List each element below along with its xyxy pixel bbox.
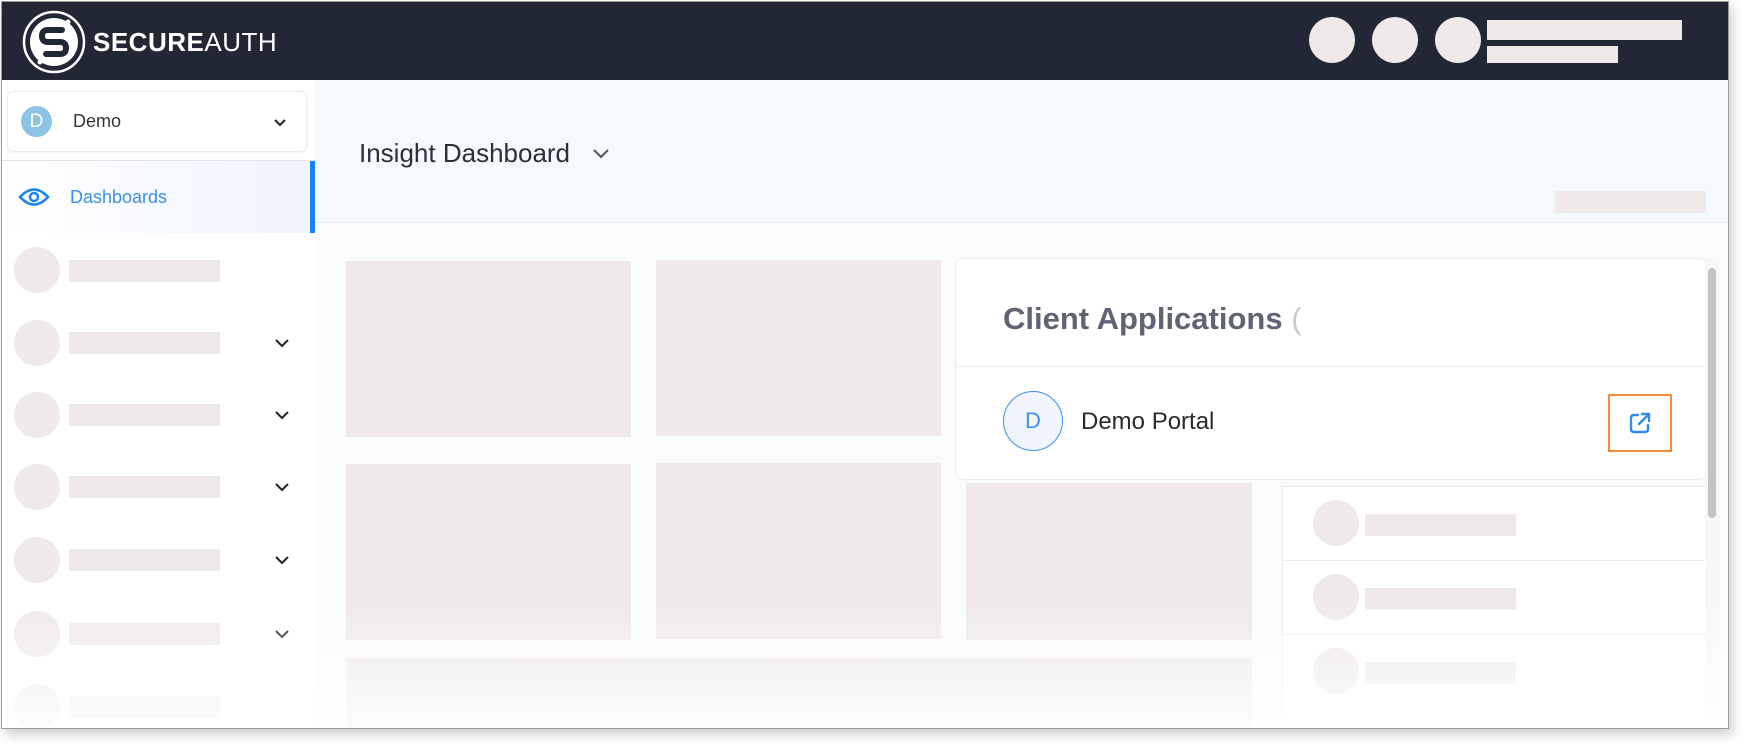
label-placeholder bbox=[69, 332, 220, 354]
sidebar-item-placeholder[interactable] bbox=[2, 392, 315, 452]
app-window: SECUREAUTH D Demo Dashboards Insight Das… bbox=[1, 1, 1729, 729]
topbar-icon-placeholder[interactable] bbox=[1372, 17, 1418, 63]
sidebar-item-placeholder[interactable] bbox=[2, 464, 315, 524]
client-applications-card: Client Applications ( D Demo Portal bbox=[955, 258, 1707, 480]
icon-placeholder bbox=[14, 611, 60, 657]
widget-placeholder bbox=[656, 260, 941, 436]
chevron-down-icon bbox=[593, 148, 609, 158]
sidebar-item-placeholder[interactable] bbox=[2, 247, 315, 307]
label-placeholder bbox=[69, 623, 220, 645]
sidebar: D Demo Dashboards bbox=[2, 80, 316, 728]
label-placeholder bbox=[69, 404, 220, 426]
label-placeholder bbox=[69, 696, 220, 718]
avatar-placeholder bbox=[1313, 500, 1359, 546]
app-name: Demo Portal bbox=[1081, 408, 1215, 435]
dashboard-content: Client Applications ( D Demo Portal bbox=[315, 223, 1728, 728]
widget-placeholder bbox=[346, 261, 631, 437]
sidebar-item-placeholder[interactable] bbox=[2, 537, 315, 597]
page-header: Insight Dashboard bbox=[315, 80, 1728, 223]
chevron-down-icon bbox=[275, 556, 289, 565]
list-item bbox=[1283, 635, 1705, 708]
scrollbar[interactable] bbox=[1705, 258, 1719, 718]
tenant-avatar: D bbox=[21, 106, 52, 137]
sidebar-item-placeholder[interactable] bbox=[2, 320, 315, 380]
chevron-down-icon bbox=[275, 483, 289, 492]
widget-placeholder bbox=[346, 658, 1252, 728]
icon-placeholder bbox=[14, 684, 60, 728]
sidebar-item-label: Dashboards bbox=[70, 186, 168, 207]
user-avatar-placeholder[interactable] bbox=[1435, 17, 1481, 63]
sidebar-item-dashboards[interactable]: Dashboards bbox=[2, 161, 315, 233]
scrollbar-thumb[interactable] bbox=[1708, 268, 1716, 518]
list-item bbox=[1283, 561, 1705, 635]
external-link-icon bbox=[1629, 412, 1651, 434]
label-placeholder bbox=[69, 476, 220, 498]
avatar-placeholder bbox=[1313, 574, 1359, 620]
header-action-placeholder bbox=[1555, 191, 1706, 213]
tenant-selector[interactable]: D Demo bbox=[7, 91, 307, 152]
page-title: Insight Dashboard bbox=[359, 138, 571, 168]
chevron-down-icon bbox=[275, 411, 289, 420]
text-placeholder bbox=[1365, 662, 1516, 684]
icon-placeholder bbox=[14, 392, 60, 438]
sidebar-item-placeholder[interactable] bbox=[2, 611, 315, 671]
widget-placeholder bbox=[346, 464, 631, 640]
list-panel-placeholder bbox=[1282, 486, 1706, 724]
chevron-down-icon bbox=[275, 339, 289, 348]
icon-placeholder bbox=[14, 247, 60, 293]
text-placeholder bbox=[1365, 514, 1516, 536]
avatar-placeholder bbox=[1313, 648, 1359, 694]
user-name-placeholder bbox=[1487, 20, 1682, 40]
sidebar-item-placeholder[interactable] bbox=[2, 684, 315, 728]
dashboard-selector[interactable]: Insight Dashboard bbox=[359, 138, 610, 169]
chevron-down-icon bbox=[275, 630, 289, 639]
card-title: Client Applications ( bbox=[1003, 301, 1302, 336]
client-app-row[interactable]: D Demo Portal bbox=[956, 367, 1706, 477]
label-placeholder bbox=[69, 549, 220, 571]
list-item bbox=[1283, 487, 1705, 561]
widget-placeholder bbox=[656, 463, 941, 639]
tenant-label: Demo bbox=[73, 111, 122, 131]
label-placeholder bbox=[69, 260, 220, 282]
icon-placeholder bbox=[14, 320, 60, 366]
brand-name: SECUREAUTH bbox=[93, 26, 278, 57]
user-role-placeholder bbox=[1487, 46, 1618, 63]
topbar-icon-placeholder[interactable] bbox=[1309, 17, 1355, 63]
open-app-button[interactable] bbox=[1608, 394, 1672, 452]
app-avatar: D bbox=[1003, 391, 1063, 451]
chevron-down-icon bbox=[274, 118, 286, 126]
eye-icon bbox=[18, 188, 50, 206]
text-placeholder bbox=[1365, 588, 1516, 610]
icon-placeholder bbox=[14, 464, 60, 510]
secureauth-logo-icon bbox=[22, 10, 86, 74]
brand-logo[interactable]: SECUREAUTH bbox=[22, 10, 278, 74]
icon-placeholder bbox=[14, 537, 60, 583]
top-bar: SECUREAUTH bbox=[2, 2, 1728, 80]
widget-placeholder bbox=[966, 483, 1252, 640]
